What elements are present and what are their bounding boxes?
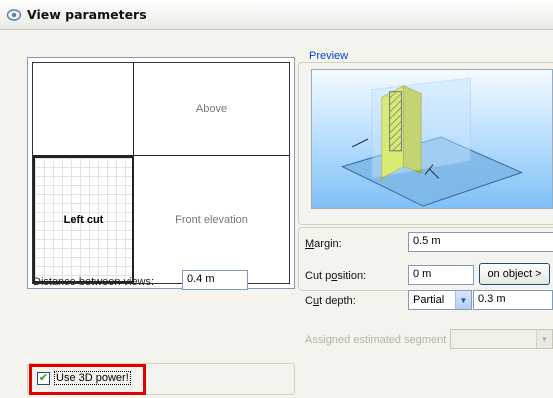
view-parameters-icon: [6, 8, 22, 21]
window-title: View parameters: [27, 7, 147, 22]
segment-select[interactable]: ▼: [450, 329, 553, 349]
view-cell-above[interactable]: Above: [134, 63, 289, 156]
cut-position-input[interactable]: 0 m: [408, 265, 474, 285]
title-bar: View parameters: [0, 0, 553, 30]
distance-label: Distance between views:: [33, 276, 155, 288]
cut-depth-label: Cut depth:: [305, 295, 356, 307]
view-label-left-cut: Left cut: [63, 213, 104, 226]
cut-depth-mode: Partial: [413, 294, 445, 306]
preview-title: Preview: [307, 50, 351, 62]
use3d-checkbox-row[interactable]: ✔ Use 3D power!: [37, 371, 131, 385]
view-label-above: Above: [195, 103, 228, 115]
cut-position-label: Cut position:: [305, 270, 367, 282]
use3d-checkbox[interactable]: ✔: [37, 371, 50, 385]
chevron-down-icon[interactable]: ▼: [536, 330, 552, 348]
views-grid: Above Left cut Front elevation: [32, 62, 290, 284]
preview-3d-image[interactable]: [311, 69, 553, 209]
cut-depth-select[interactable]: Partial ▼: [408, 290, 472, 310]
distance-input[interactable]: 0.4 m: [182, 270, 248, 290]
chevron-down-icon[interactable]: ▼: [455, 291, 471, 309]
view-cell-empty[interactable]: [33, 63, 134, 156]
cut-depth-input[interactable]: 0.3 m: [473, 290, 553, 310]
view-label-front-elevation: Front elevation: [175, 213, 248, 226]
margin-label: Margin:: [305, 238, 342, 250]
on-object-button[interactable]: on object >: [479, 263, 550, 285]
view-cell-front-elevation[interactable]: Front elevation: [134, 156, 289, 283]
segment-label: Assigned estimated segment: [305, 334, 447, 346]
margin-input[interactable]: 0.5 m: [408, 232, 553, 252]
use3d-label[interactable]: Use 3D power!: [54, 371, 131, 385]
view-cell-left-cut[interactable]: Left cut: [33, 156, 134, 283]
views-layout: Above Left cut Front elevation: [27, 57, 295, 289]
